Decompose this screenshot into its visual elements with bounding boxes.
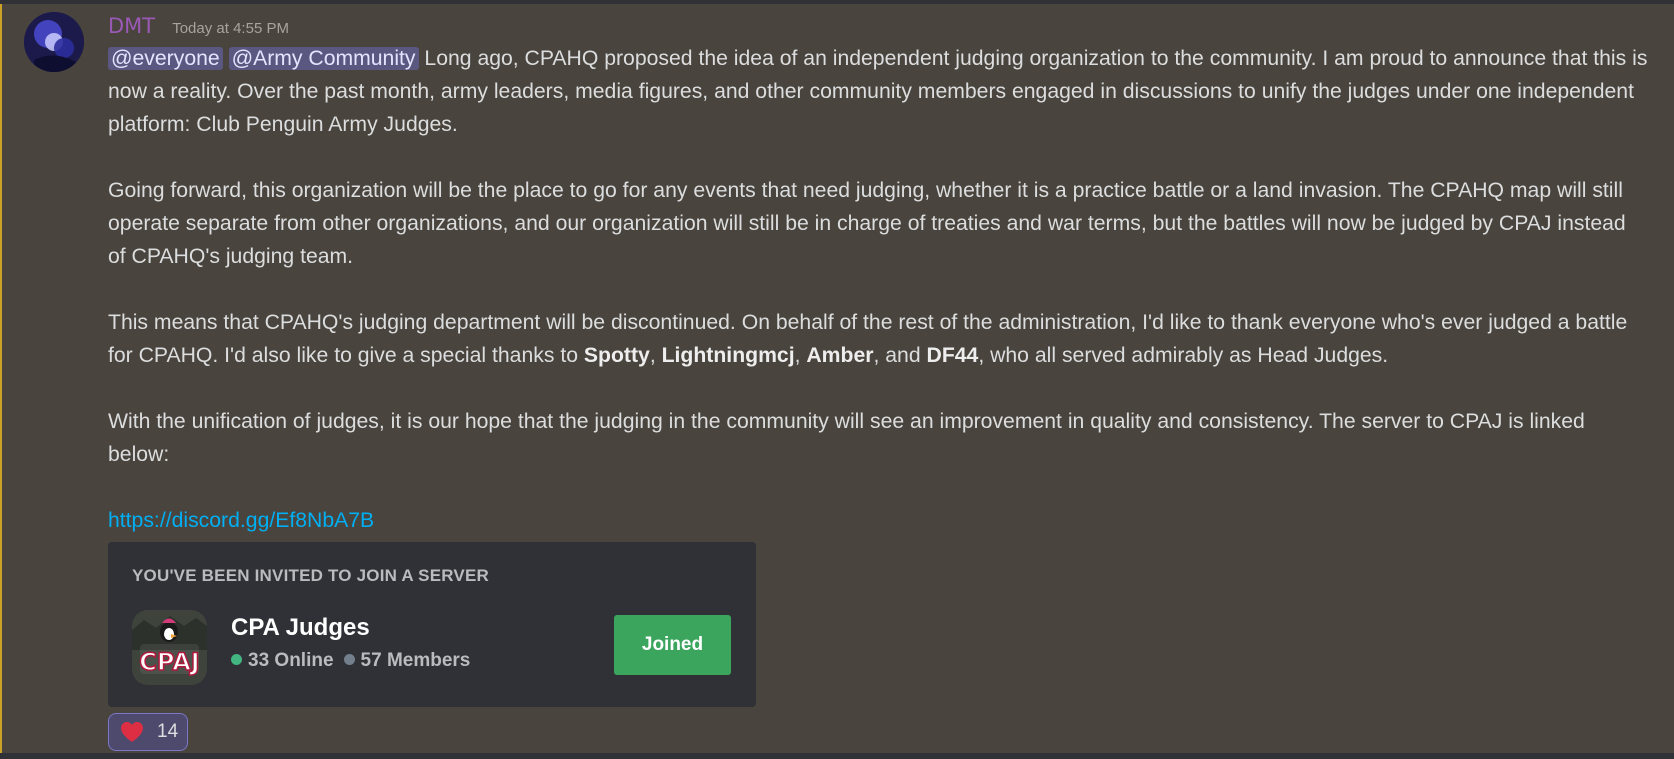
online-count: 33 Online (248, 650, 334, 671)
separator: , (649, 344, 662, 367)
server-icon[interactable]: CPAJ (132, 610, 207, 685)
name-lightningmcj: Lightningmcj (661, 344, 795, 367)
mention-everyone[interactable]: @everyone (108, 47, 223, 70)
paragraph-1: @everyone @Army Community Long ago, CPAH… (108, 42, 1648, 141)
server-name[interactable]: CPA Judges (231, 614, 370, 642)
invite-title: YOU'VE BEEN INVITED TO JOIN A SERVER (132, 566, 489, 585)
reaction-count: 14 (157, 721, 179, 742)
joined-button[interactable]: Joined (614, 615, 731, 675)
server-invite-card: YOU'VE BEEN INVITED TO JOIN A SERVER CPA… (108, 542, 756, 707)
name-amber: Amber (806, 344, 874, 367)
heart-reaction[interactable]: 14 (108, 713, 188, 751)
paragraph-3-text-b: , who all served admirably as Head Judge… (978, 344, 1389, 367)
paragraph-2: Going forward, this organization will be… (108, 179, 1626, 268)
cpaj-logo-icon: CPAJ (132, 610, 207, 685)
name-spotty: Spotty (583, 344, 650, 367)
message-header: DMT Today at 4:55 PM (108, 14, 289, 38)
username[interactable]: DMT (108, 14, 155, 38)
online-dot-icon (231, 654, 242, 665)
message-item: DMT Today at 4:55 PM @everyone @Army Com… (0, 4, 1674, 753)
link-paragraph: https://discord.gg/Ef8NbA7B (108, 504, 1648, 537)
members-dot-icon (343, 654, 355, 665)
avatar[interactable] (24, 12, 84, 72)
paragraph-3: This means that CPAHQ's judging departme… (108, 306, 1648, 372)
separator: , and (873, 344, 927, 367)
avatar-image (24, 12, 84, 72)
name-df44: DF44 (926, 344, 979, 367)
cpaj-logo-text: CPAJ (139, 648, 200, 676)
paragraph-4: With the unification of judges, it is ou… (108, 410, 1585, 466)
bottom-divider (0, 753, 1674, 759)
timestamp: Today at 4:55 PM (172, 20, 289, 37)
invite-link[interactable]: https://discord.gg/Ef8NbA7B (108, 509, 374, 532)
member-count: 57 Members (360, 650, 471, 671)
message-content: @everyone @Army Community Long ago, CPAH… (108, 42, 1648, 537)
chat-background: DMT Today at 4:55 PM @everyone @Army Com… (0, 0, 1674, 759)
heart-icon (121, 722, 143, 742)
separator: , (794, 344, 807, 367)
mention-army-community[interactable]: @Army Community (228, 47, 419, 70)
server-stats: 33 Online 57 Members (231, 650, 470, 672)
